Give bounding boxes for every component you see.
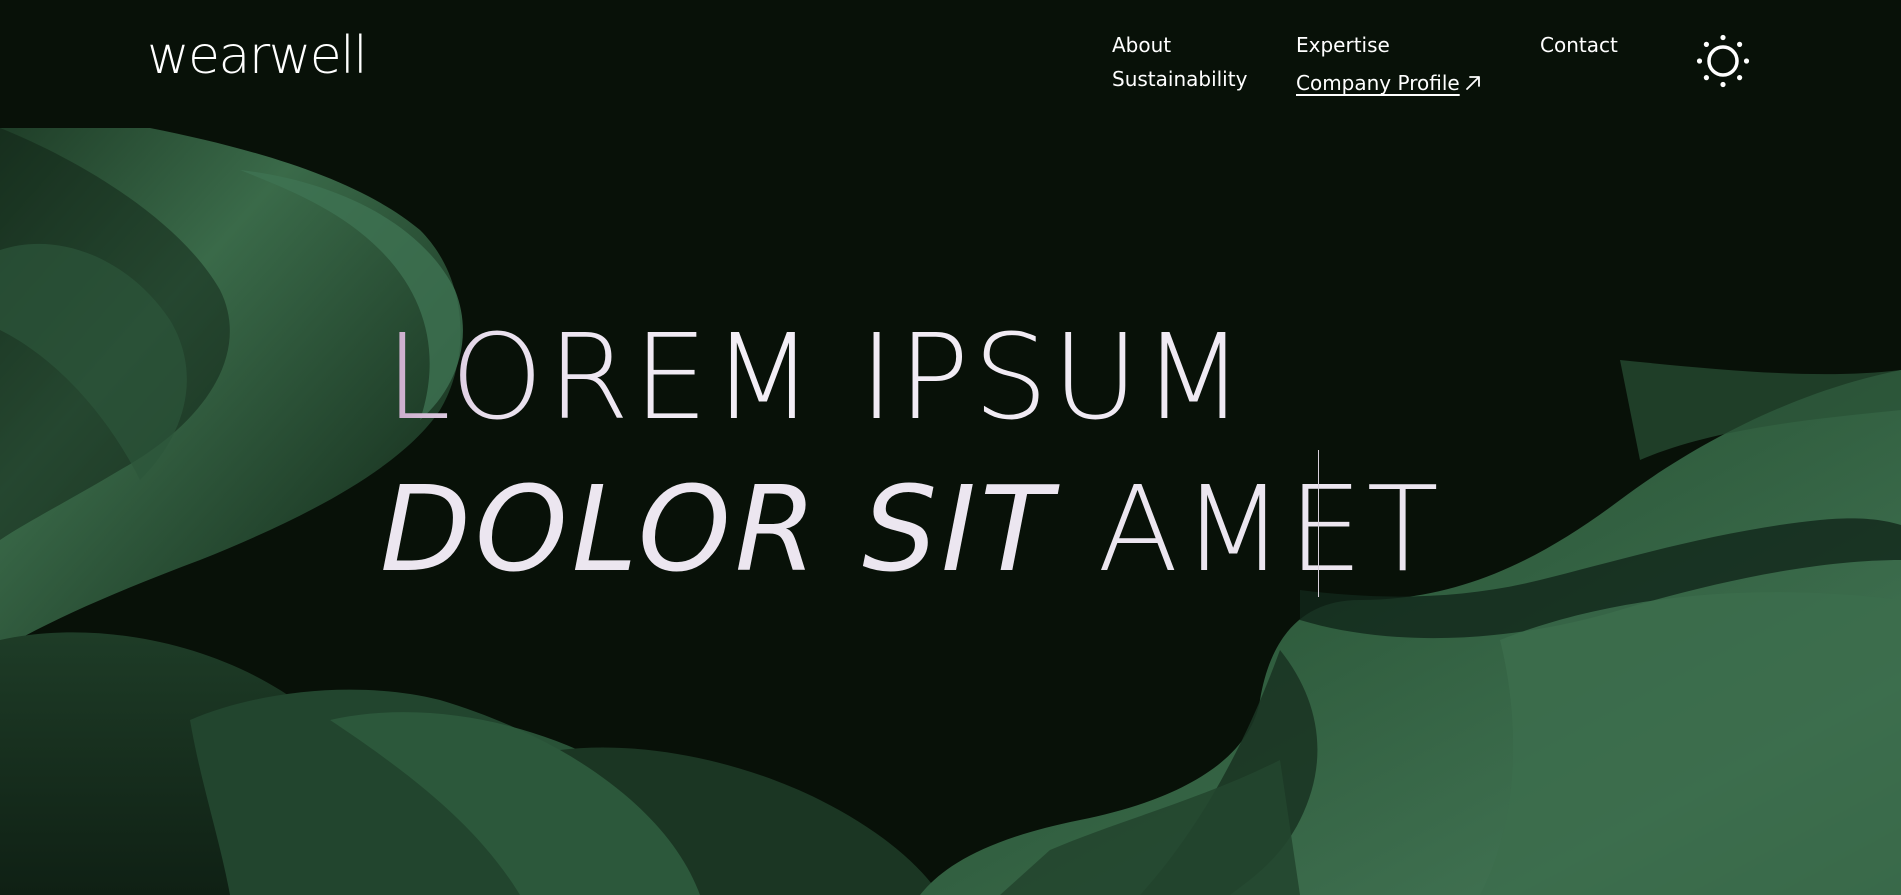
nav-link-contact[interactable]: Contact [1540, 35, 1618, 55]
hero-title-regular: AMET [1097, 460, 1443, 598]
brand-logo[interactable]: wearwell [147, 30, 368, 82]
nav-link-expertise[interactable]: Expertise [1296, 35, 1390, 55]
theme-toggle-button[interactable] [1696, 34, 1750, 88]
page: wearwell About Sustainability Expertise … [0, 0, 1901, 895]
arrow-up-right-icon [1464, 74, 1482, 95]
nav-link-company-profile[interactable]: Company Profile [1296, 73, 1482, 95]
nav-link-about[interactable]: About [1112, 35, 1171, 55]
sun-icon [1696, 34, 1750, 88]
hero-title-italic: DOLOR SIT [380, 460, 1057, 598]
hero-title-line-2: DOLOR SIT AMET [380, 470, 1443, 588]
fabric-background-image [0, 128, 1901, 895]
company-profile-label: Company Profile [1296, 71, 1460, 95]
nav-link-sustainability[interactable]: Sustainability [1112, 69, 1247, 89]
hero-title-line-1: LOREM IPSUM [385, 308, 1249, 446]
text-cursor [1318, 450, 1319, 597]
